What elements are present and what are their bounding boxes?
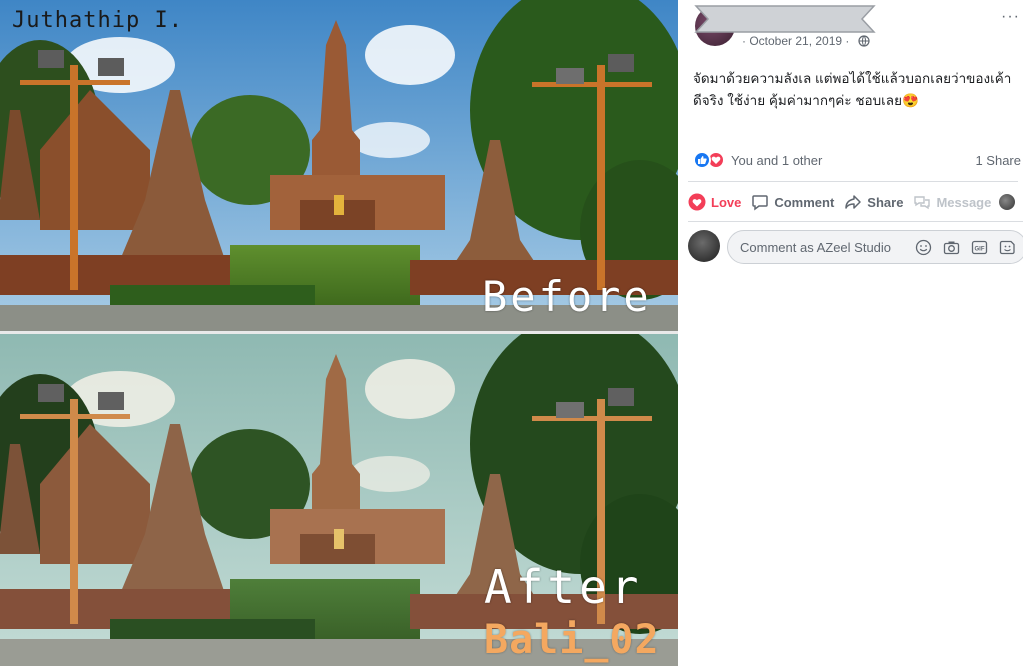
- gif-icon[interactable]: GIF: [971, 239, 988, 256]
- message-icon: [914, 196, 931, 210]
- reaction-profile-avatar[interactable]: [999, 194, 1015, 210]
- like-reaction-icon: [693, 151, 711, 169]
- comment-composer[interactable]: GIF: [727, 230, 1023, 264]
- message-button[interactable]: Message: [913, 193, 991, 211]
- post-photo[interactable]: Juthathip I. Before After Bali_02: [0, 0, 678, 666]
- more-options-icon[interactable]: ···: [1001, 8, 1020, 26]
- love-button-label: Love: [711, 194, 742, 210]
- commenter-avatar[interactable]: [688, 230, 720, 262]
- camera-icon[interactable]: [943, 239, 960, 256]
- divider: [688, 221, 1023, 222]
- post-timestamp[interactable]: · October 21, 2019 ·: [742, 34, 849, 48]
- sticker-icon[interactable]: [999, 239, 1016, 256]
- share-button[interactable]: Share: [844, 193, 903, 211]
- share-count[interactable]: 1 Share: [975, 153, 1021, 168]
- before-label: Before: [482, 272, 652, 321]
- preset-name-label: Bali_02: [484, 617, 660, 663]
- post-details-panel: · October 21, 2019 · ··· จัดมาด้วยความลั…: [678, 0, 1023, 666]
- divider: [688, 181, 1018, 182]
- emoji-icon[interactable]: [915, 239, 932, 256]
- reaction-count-text[interactable]: You and 1 other: [731, 153, 822, 168]
- message-button-label: Message: [936, 194, 992, 210]
- heart-icon: [688, 193, 706, 211]
- post-action-bar: Love Comment Share Message: [688, 186, 1023, 218]
- comment-input[interactable]: [740, 240, 920, 255]
- comment-button[interactable]: Comment: [751, 193, 834, 211]
- share-icon: [845, 195, 862, 209]
- after-label: After: [484, 560, 643, 614]
- love-button[interactable]: Love: [688, 193, 741, 211]
- globe-icon: [858, 35, 870, 47]
- post-message: จัดมาด้วยความลังเล แต่พอได้ใช้แล้วบอกเลย…: [693, 71, 1012, 108]
- redacted-name-banner: [694, 5, 876, 33]
- reaction-summary[interactable]: You and 1 other: [693, 150, 822, 170]
- share-button-label: Share: [867, 194, 904, 210]
- author-watermark: Juthathip I.: [12, 8, 183, 33]
- comment-button-label: Comment: [774, 194, 835, 210]
- svg-text:GIF: GIF: [975, 246, 985, 252]
- comment-icon: [752, 195, 769, 211]
